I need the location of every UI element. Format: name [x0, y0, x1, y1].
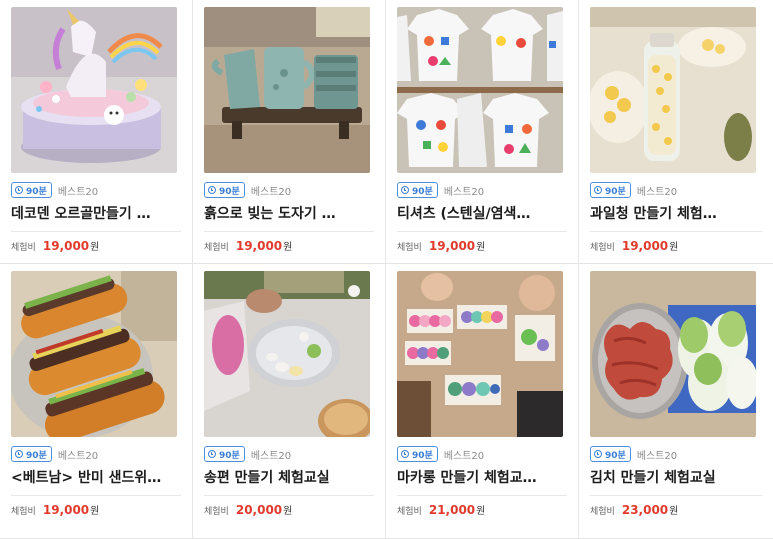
duration-badge: 90분 — [590, 446, 631, 462]
product-title[interactable]: 과일청 만들기 체험… — [590, 204, 762, 224]
duration-badge: 90분 — [590, 182, 631, 198]
duration-badge: 90분 — [204, 446, 245, 462]
price-unit: 원 — [476, 506, 486, 517]
divider — [11, 231, 181, 232]
category-tag: 베스트20 — [636, 186, 678, 198]
price-value: 19,000 — [235, 239, 283, 253]
duration-badge: 90분 — [11, 446, 52, 462]
category-tag: 베스트20 — [57, 186, 99, 198]
product-image-banh-mi[interactable] — [11, 271, 177, 437]
price-unit: 원 — [283, 242, 293, 253]
duration-badge: 90분 — [397, 446, 438, 462]
price-value: 21,000 — [428, 503, 476, 517]
category-tag: 베스트20 — [57, 450, 99, 462]
product-title[interactable]: 김치 만들기 체험교실 — [590, 468, 762, 488]
price-unit: 원 — [476, 242, 486, 253]
price-value: 23,000 — [621, 503, 669, 517]
price-label: 체험비 — [204, 243, 229, 253]
product-image-tshirts[interactable] — [397, 7, 563, 173]
price-unit: 원 — [669, 506, 679, 517]
product-card[interactable]: 90분 베스트20 데코덴 오르골만들기 … 체험비 19,000 원 — [0, 0, 193, 264]
clock-icon — [594, 450, 602, 458]
product-image-macarons[interactable] — [397, 271, 563, 437]
duration-badge: 90분 — [204, 182, 245, 198]
duration-badge: 90분 — [11, 182, 52, 198]
clock-icon — [594, 186, 602, 194]
product-title[interactable]: 티셔츠 (스텐실/염색… — [397, 204, 567, 224]
product-card[interactable]: 90분 베스트20 마카롱 만들기 체험교… 체험비 21,000 원 — [386, 264, 579, 539]
product-image-pottery[interactable] — [204, 7, 370, 173]
category-tag: 베스트20 — [636, 450, 678, 462]
product-image-music-box[interactable] — [11, 7, 177, 173]
product-title[interactable]: 마카롱 만들기 체험교… — [397, 468, 567, 488]
product-card[interactable]: 90분 베스트20 <베트남> 반미 샌드위… 체험비 19,000 원 — [0, 264, 193, 539]
price-unit: 원 — [283, 506, 293, 517]
divider — [204, 495, 374, 496]
divider — [11, 495, 181, 496]
product-image-songpyeon[interactable] — [204, 271, 370, 437]
price-label: 체험비 — [397, 507, 422, 517]
price-value: 19,000 — [621, 239, 669, 253]
product-card[interactable]: 90분 베스트20 흙으로 빚는 도자기 … 체험비 19,000 원 — [193, 0, 386, 264]
product-title[interactable]: 데코덴 오르골만들기 … — [11, 204, 181, 224]
clock-icon — [401, 450, 409, 458]
duration-badge: 90분 — [397, 182, 438, 198]
price-label: 체험비 — [397, 243, 422, 253]
product-image-fruit-syrup[interactable] — [590, 7, 756, 173]
divider — [590, 495, 762, 496]
product-title[interactable]: 흙으로 빚는 도자기 … — [204, 204, 374, 224]
clock-icon — [15, 186, 23, 194]
price-unit: 원 — [90, 506, 100, 517]
product-title[interactable]: <베트남> 반미 샌드위… — [11, 468, 181, 488]
divider — [397, 495, 567, 496]
product-card[interactable]: 90분 베스트20 티셔츠 (스텐실/염색… 체험비 19,000 원 — [386, 0, 579, 264]
clock-icon — [401, 186, 409, 194]
product-title[interactable]: 송편 만들기 체험교실 — [204, 468, 374, 488]
category-tag: 베스트20 — [443, 186, 485, 198]
product-card[interactable]: 90분 베스트20 송편 만들기 체험교실 체험비 20,000 원 — [193, 264, 386, 539]
price-value: 19,000 — [42, 503, 90, 517]
category-tag: 베스트20 — [250, 186, 292, 198]
price-value: 19,000 — [428, 239, 476, 253]
price-label: 체험비 — [590, 507, 615, 517]
product-image-kimchi[interactable] — [590, 271, 756, 437]
clock-icon — [208, 450, 216, 458]
divider — [397, 231, 567, 232]
category-tag: 베스트20 — [250, 450, 292, 462]
product-grid: 90분 베스트20 데코덴 오르골만들기 … 체험비 19,000 원 90분 … — [0, 0, 773, 539]
clock-icon — [15, 450, 23, 458]
price-label: 체험비 — [11, 243, 36, 253]
divider — [204, 231, 374, 232]
price-unit: 원 — [669, 242, 679, 253]
clock-icon — [208, 186, 216, 194]
price-value: 20,000 — [235, 503, 283, 517]
price-value: 19,000 — [42, 239, 90, 253]
category-tag: 베스트20 — [443, 450, 485, 462]
price-label: 체험비 — [11, 507, 36, 517]
price-label: 체험비 — [204, 507, 229, 517]
product-card[interactable]: 90분 베스트20 과일청 만들기 체험… 체험비 19,000 원 — [579, 0, 773, 264]
divider — [590, 231, 762, 232]
product-card[interactable]: 90분 베스트20 김치 만들기 체험교실 체험비 23,000 원 — [579, 264, 773, 539]
price-unit: 원 — [90, 242, 100, 253]
price-label: 체험비 — [590, 243, 615, 253]
